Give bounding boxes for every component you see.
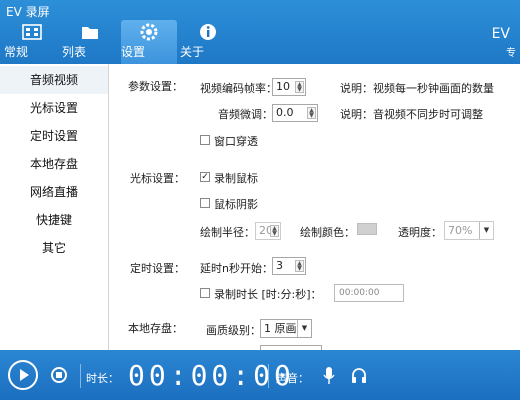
divider (80, 364, 81, 388)
record-duration-input[interactable]: 00:00:00 (334, 284, 404, 302)
divider (268, 364, 269, 388)
sidebar-item-audio-video[interactable]: 音频视频 (0, 66, 108, 94)
window-passthrough-label: 窗口穿透 (214, 135, 258, 148)
play-button[interactable] (8, 360, 38, 390)
title-bar: EV 录屏 EV 专 常规 列表 设置 关于 (0, 0, 520, 64)
record-mouse-checkbox[interactable]: ✓ (200, 172, 210, 182)
sidebar-item-cursor[interactable]: 光标设置 (0, 94, 108, 122)
sidebar-item-timer[interactable]: 定时设置 (0, 122, 108, 150)
opacity-value: 70% (448, 224, 473, 237)
fps-stepper-arrows-icon[interactable]: ▲ ▼ (295, 81, 304, 93)
microphone-icon[interactable] (322, 366, 336, 386)
sidebar-item-live-stream[interactable]: 网络直播 (0, 178, 108, 206)
headphone-icon[interactable] (350, 366, 368, 386)
sidebar-item-hotkeys[interactable]: 快捷键 (0, 206, 108, 234)
brand-subtitle: 专 (506, 48, 516, 59)
fps-label: 视频编码帧率： (200, 82, 277, 95)
audio-stepper-arrows-icon[interactable]: ▲ ▼ (307, 107, 316, 119)
sidebar-item-local-storage[interactable]: 本地存盘 (0, 150, 108, 178)
draw-radius-label: 绘制半径： (200, 226, 255, 239)
sound-label: 声音： (276, 372, 309, 385)
timer-section-label: 定时设置： (130, 262, 185, 275)
quality-level-value: 1 原画 (264, 322, 297, 335)
app-window: EV 录屏 EV 专 常规 列表 设置 关于 音频视频 光标设置 定时设置 本地… (0, 0, 520, 400)
stop-button[interactable] (51, 367, 67, 383)
play-icon (20, 369, 29, 381)
audio-tune-note: 说明：音视频不同步时可调整 (340, 108, 483, 121)
delay-stepper-arrows-icon[interactable]: ▲ ▼ (295, 260, 304, 272)
recording-control-bar: 时长： 00:00:00 声音： (0, 350, 520, 400)
opacity-select[interactable]: 70% ▼ (444, 221, 494, 240)
sidebar-item-other[interactable]: 其它 (0, 234, 108, 262)
delay-start-label: 延时n秒开始： (200, 262, 273, 275)
record-duration-checkbox[interactable] (200, 288, 210, 298)
fps-note: 说明：视频每一秒钟画面的数量 (340, 82, 494, 95)
params-section-label: 参数设置： (128, 80, 183, 93)
delay-start-value: 3 (276, 259, 283, 272)
tab-list[interactable]: 列表 (62, 20, 118, 64)
chevron-down-icon[interactable]: ▼ (479, 222, 493, 239)
fps-stepper[interactable]: 10 ▲ ▼ (272, 78, 306, 96)
draw-radius-stepper[interactable]: 20 ▲ ▼ (255, 222, 281, 240)
draw-color-label: 绘制颜色： (300, 226, 355, 239)
tab-about[interactable]: 关于 (180, 20, 236, 64)
film-icon (22, 24, 42, 40)
draw-color-swatch[interactable] (357, 223, 377, 235)
mouse-shadow-label: 鼠标阴影 (214, 198, 258, 211)
quality-level-label: 画质级别： (206, 324, 261, 337)
audio-tune-stepper[interactable]: 0.0 ▲ ▼ (272, 104, 318, 122)
folder-icon (82, 27, 98, 39)
brand-logo: EV (491, 26, 510, 42)
fps-value: 10 (276, 80, 290, 93)
storage-section-label: 本地存盘： (128, 322, 183, 335)
tab-settings[interactable]: 设置 (121, 20, 177, 64)
radius-stepper-arrows-icon[interactable]: ▲ ▼ (270, 225, 279, 237)
audio-tune-value: 0.0 (276, 106, 294, 119)
chevron-down-icon[interactable]: ▼ (297, 320, 311, 337)
tab-general-label: 常规 (4, 45, 29, 59)
tab-list-label: 列表 (62, 45, 87, 59)
elapsed-timer: 00:00:00 (128, 359, 295, 392)
cursor-section-label: 光标设置： (130, 172, 185, 185)
audio-tune-label: 音频微调： (218, 108, 273, 121)
tab-settings-label: 设置 (121, 45, 146, 59)
tab-general[interactable]: 常规 (4, 20, 60, 64)
opacity-label: 透明度： (398, 226, 442, 239)
window-title: EV 录屏 (6, 5, 50, 19)
settings-panel: 参数设置： 视频编码帧率： 10 ▲ ▼ 说明：视频每一秒钟画面的数量 音频微调：… (110, 64, 520, 355)
tab-about-label: 关于 (180, 45, 205, 59)
settings-sidebar: 音频视频 光标设置 定时设置 本地存盘 网络直播 快捷键 其它 (0, 64, 109, 350)
quality-level-select[interactable]: 1 原画 ▼ (260, 319, 312, 338)
record-duration-label: 录制时长 [时:分:秒]： (214, 288, 322, 301)
delay-start-stepper[interactable]: 3 ▲ ▼ (272, 257, 306, 275)
duration-label: 时长： (86, 372, 119, 385)
gear-icon (140, 23, 158, 41)
mouse-shadow-checkbox[interactable] (200, 198, 210, 208)
record-mouse-label: 录制鼠标 (214, 172, 258, 185)
window-passthrough-checkbox[interactable] (200, 135, 210, 145)
info-icon (200, 24, 216, 40)
